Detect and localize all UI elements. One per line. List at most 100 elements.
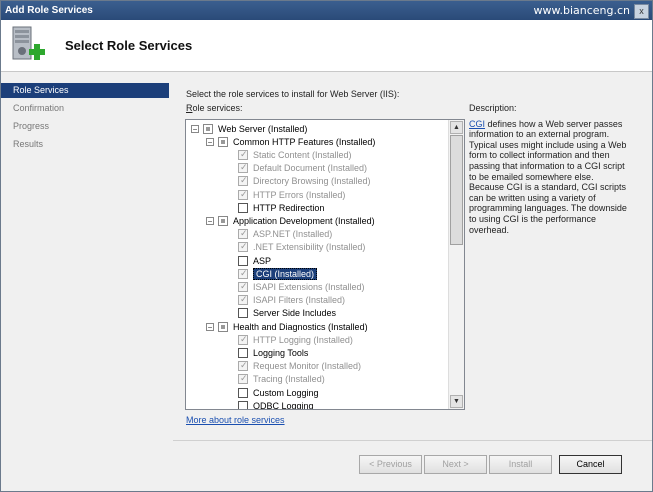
watermark-text: www.bianceng.cn [533,4,630,17]
step-progress: Progress [13,121,50,131]
collapse-toggle[interactable]: − [206,216,214,225]
description-text: defines how a Web server passes informat… [469,118,627,235]
role-checkbox[interactable] [238,268,248,279]
main-content: Select the role services to install for … [173,72,652,491]
previous-button[interactable]: < Previous [359,455,422,474]
tree-row[interactable]: − Common HTTP Features (Installed) [206,135,375,148]
role-checkbox[interactable] [218,136,228,147]
tree-row[interactable]: .NET Extensibility (Installed) [238,241,365,254]
wizard-steps: Role Services Confirmation Progress Resu… [1,72,171,491]
more-about-role-services-link[interactable]: More about role services [186,415,285,425]
collapse-toggle[interactable]: − [206,322,214,331]
window-title: Add Role Services [5,5,93,16]
tree-row[interactable]: − Web Server (Installed) [191,122,307,135]
role-checkbox[interactable] [238,400,248,409]
role-label: ISAPI Filters (Installed) [253,295,346,306]
role-checkbox[interactable] [238,334,248,345]
role-label: ISAPI Extensions (Installed) [253,281,365,292]
role-checkbox[interactable] [238,189,248,200]
tree-row[interactable]: HTTP Errors (Installed) [238,188,345,201]
tree-row[interactable]: Static Content (Installed) [238,148,352,161]
tree-row[interactable]: ISAPI Extensions (Installed) [238,280,365,293]
collapse-toggle[interactable]: − [191,124,199,133]
role-label: Application Development (Installed) [233,215,375,226]
role-label: ASP [253,255,272,266]
role-label: Directory Browsing (Installed) [253,176,371,187]
description-body: CGI defines how a Web server passes info… [469,119,631,236]
cgi-link[interactable]: CGI [469,119,485,129]
tree-row[interactable]: ASP [238,254,271,267]
role-checkbox[interactable] [238,241,248,253]
role-label: ASP.NET (Installed) [253,229,333,240]
tree-row[interactable]: Tracing (Installed) [238,373,325,386]
wizard-header: Select Role Services [1,20,652,72]
role-label: Logging Tools [253,347,309,358]
next-button[interactable]: Next > [424,455,487,474]
role-checkbox[interactable] [238,162,248,174]
step-results: Results [13,139,44,149]
role-services-label: Role services: [186,103,243,113]
collapse-toggle[interactable]: − [206,137,214,146]
role-checkbox[interactable] [238,149,248,160]
role-checkbox[interactable] [238,360,248,372]
tree-row[interactable]: Directory Browsing (Installed) [238,175,371,188]
role-label: Request Monitor (Installed) [253,361,362,372]
role-label: Health and Diagnostics (Installed) [233,321,368,332]
role-checkbox[interactable] [238,373,248,385]
tree-items: − Web Server (Installed) − Common HTTP Feat… [186,120,448,409]
tree-row[interactable]: HTTP Logging (Installed) [238,333,353,346]
tree-row[interactable]: CGI (Installed) [238,267,318,280]
tree-row[interactable]: Request Monitor (Installed) [238,360,361,373]
role-label: Server Side Includes [253,308,337,319]
tree-row[interactable]: ISAPI Filters (Installed) [238,294,345,307]
scroll-thumb[interactable] [450,135,463,245]
role-services-tree[interactable]: − Web Server (Installed) − Common HTTP Feat… [185,119,465,410]
role-services-label-text: ole services: [192,103,243,113]
role-checkbox[interactable] [203,123,213,134]
tree-row[interactable]: Custom Logging [238,386,319,399]
install-button[interactable]: Install [489,455,552,474]
cancel-button[interactable]: Cancel [559,455,622,474]
tree-row[interactable]: − Application Development (Installed) [206,214,375,227]
tree-row[interactable]: − Health and Diagnostics (Installed) [206,320,368,333]
add-role-services-window: Add Role Services www.bianceng.cn x Sele… [0,0,653,492]
description-label: Description: [469,103,517,113]
role-label: ODBC Logging [253,400,314,409]
button-separator [173,440,652,441]
tree-row[interactable]: HTTP Redirection [238,201,324,214]
role-checkbox[interactable] [238,294,248,306]
role-label: HTTP Logging (Installed) [253,334,353,345]
tree-row[interactable]: Server Side Includes [238,307,336,320]
role-checkbox[interactable] [238,308,248,319]
role-label: HTTP Redirection [253,202,325,213]
role-checkbox[interactable] [238,228,248,240]
role-label: .NET Extensibility (Installed) [253,242,366,253]
role-label: Custom Logging [253,387,319,398]
role-label: Web Server (Installed) [218,123,308,134]
role-checkbox[interactable] [238,387,248,398]
role-label: Common HTTP Features (Installed) [233,136,376,147]
role-checkbox[interactable] [238,202,248,213]
step-confirmation: Confirmation [13,103,65,113]
role-label: Tracing (Installed) [253,374,325,385]
role-checkbox[interactable] [218,215,228,226]
role-checkbox[interactable] [218,321,228,332]
role-label: Default Document (Installed) [253,163,368,174]
role-checkbox[interactable] [238,175,248,187]
role-label: Static Content (Installed) [253,149,352,160]
role-checkbox[interactable] [238,281,248,292]
page-title: Select Role Services [65,38,193,53]
tree-scrollbar[interactable]: ▲ ▼ [448,120,464,409]
step-role-services[interactable]: Role Services [1,83,169,98]
title-bar[interactable]: Add Role Services www.bianceng.cn x [1,1,652,20]
role-checkbox[interactable] [238,255,248,266]
tree-row[interactable]: Logging Tools [238,346,308,359]
tree-row[interactable]: ODBC Logging [238,399,314,409]
scroll-down-button[interactable]: ▼ [450,395,463,408]
close-button[interactable]: x [634,4,649,19]
server-add-icon [12,26,45,60]
scroll-up-button[interactable]: ▲ [450,121,463,134]
tree-row[interactable]: Default Document (Installed) [238,162,367,175]
tree-row[interactable]: ASP.NET (Installed) [238,228,332,241]
role-checkbox[interactable] [238,347,248,358]
